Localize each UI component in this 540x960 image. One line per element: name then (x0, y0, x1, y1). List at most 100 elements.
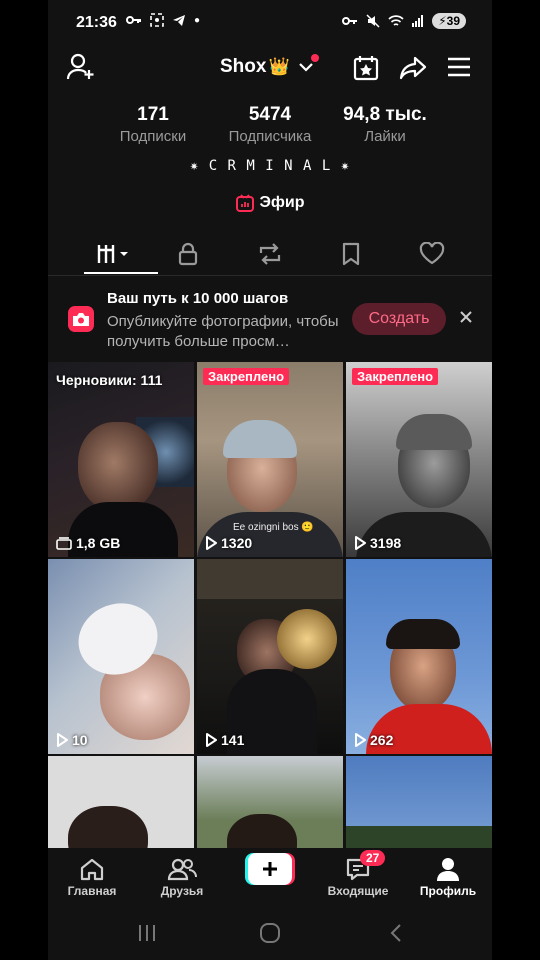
close-icon[interactable] (458, 309, 474, 325)
drafts-stack-icon (56, 537, 72, 550)
key-icon (342, 17, 358, 25)
status-bar: 21:36 ● ⚡39 (48, 0, 492, 46)
video-thumbnail (78, 422, 158, 512)
profile-bio: ✷ C R M I N A L ✷ (189, 158, 351, 174)
mute-icon (366, 14, 380, 28)
pinned-badge: Закреплено (203, 368, 290, 385)
nav-inbox[interactable]: Входящие (318, 854, 398, 898)
tab-private[interactable] (168, 238, 208, 270)
video-tile[interactable] (197, 756, 343, 848)
hair-shape (386, 619, 460, 649)
nav-friends[interactable]: Друзья (142, 854, 222, 898)
followers-stat[interactable]: 5474 Подписчика (218, 104, 322, 145)
likes-label: Лайки (364, 128, 406, 145)
video-tile[interactable] (48, 756, 194, 848)
view-count: 141 (205, 732, 244, 748)
nav-home[interactable]: Главная (52, 854, 132, 898)
video-thumbnail (68, 806, 148, 848)
lock-icon (178, 242, 198, 266)
following-stat[interactable]: 171 Подписки (110, 104, 196, 145)
calendar-star-icon[interactable] (352, 54, 380, 82)
tab-liked[interactable] (412, 238, 452, 270)
video-caption: Ee ozingni bos 🙂 (233, 522, 314, 533)
chevron-down-icon (298, 63, 313, 72)
video-tile[interactable] (346, 756, 492, 848)
car-roof (197, 559, 343, 599)
bookmark-icon (342, 242, 360, 266)
phone-screen: 21:36 ● ⚡39 Shox 👑 171 Подписки 5474 Под… (48, 0, 492, 960)
videos-grid-icon (97, 245, 128, 263)
crown-emoji: 👑 (268, 57, 290, 76)
content-tabs (48, 232, 492, 276)
steps-banner: Ваш путь к 10 000 шагов Опубликуйте фото… (48, 284, 492, 356)
drafts-tile[interactable]: Черновики: 111 1,8 GB (48, 362, 194, 557)
heart-icon (419, 242, 445, 265)
beanie-shape (396, 414, 472, 450)
live-icon (235, 194, 254, 212)
following-label: Подписки (119, 128, 187, 145)
view-count: 262 (354, 732, 393, 748)
view-count: 10 (56, 732, 88, 748)
video-grid: Черновики: 111 1,8 GB Закреплено Ee ozin… (48, 362, 492, 848)
tree-line (346, 826, 492, 848)
status-left-icons: ● (126, 13, 200, 27)
video-tile[interactable]: Закреплено 3198 (346, 362, 492, 557)
profile-stats: 171 Подписки 5474 Подписчика 94,8 тыс. Л… (48, 104, 492, 150)
beanie-shape (223, 420, 297, 458)
live-button[interactable]: Эфир (48, 194, 492, 212)
play-icon (355, 536, 366, 550)
video-tile[interactable]: 10 (48, 559, 194, 754)
menu-icon[interactable] (446, 54, 472, 80)
telegram-icon (173, 14, 185, 26)
battery-level: 39 (446, 14, 460, 28)
battery-leaf-icon: ⚡ (438, 14, 447, 28)
pinned-badge: Закреплено (352, 368, 439, 385)
home-button-icon[interactable] (259, 922, 281, 944)
drafts-label: Черновики: 111 (56, 372, 163, 388)
add-user-icon[interactable] (66, 52, 96, 82)
active-tab-indicator (84, 272, 158, 274)
profile-header: Shox 👑 (48, 46, 492, 92)
view-count-value: 10 (72, 732, 88, 748)
nav-inbox-label: Входящие (327, 884, 389, 898)
notification-dot-icon: ● (194, 14, 201, 26)
video-tile[interactable]: 141 (197, 559, 343, 754)
friends-icon (167, 858, 197, 881)
live-label: Эфир (259, 194, 305, 211)
status-time: 21:36 (76, 14, 117, 31)
blonde-hair-shape (277, 609, 337, 669)
nav-profile[interactable]: Профиль (408, 854, 488, 898)
username: Shox (220, 56, 267, 77)
view-count-value: 141 (221, 732, 245, 748)
tab-reposts[interactable] (250, 238, 290, 270)
view-count: 3198 (354, 535, 401, 551)
followers-count: 5474 (248, 104, 292, 125)
followers-label: Подписчика (228, 128, 312, 145)
system-nav-bar (48, 910, 492, 960)
recent-apps-icon[interactable] (136, 922, 158, 944)
tab-favorites[interactable] (331, 238, 371, 270)
play-icon (355, 733, 366, 747)
username-switcher[interactable]: Shox 👑 (220, 56, 314, 78)
profile-icon (437, 858, 459, 881)
view-count-value: 1320 (221, 535, 253, 551)
view-count: 1320 (205, 535, 252, 551)
share-icon[interactable] (398, 54, 428, 82)
nav-friends-label: Друзья (160, 884, 204, 898)
bottom-nav: Главная Друзья Входящие 27 Профиль (48, 848, 492, 910)
inbox-count-badge: 27 (360, 850, 386, 866)
view-count-value: 3198 (370, 535, 402, 551)
video-thumbnail (227, 814, 297, 848)
likes-stat[interactable]: 94,8 тыс. Лайки (328, 104, 442, 145)
create-button[interactable]: Создать (352, 303, 446, 335)
back-icon[interactable] (386, 922, 408, 944)
screen-record-icon (150, 13, 164, 27)
tab-videos[interactable] (94, 238, 134, 270)
video-tile[interactable]: Закреплено Ee ozingni bos 🙂 1320 (197, 362, 343, 557)
nav-home-label: Главная (67, 884, 117, 898)
banner-subtitle: Опубликуйте фотографии, чтобы получить б… (107, 313, 339, 350)
likes-count: 94,8 тыс. (343, 104, 427, 125)
video-tile[interactable]: 262 (346, 559, 492, 754)
create-video-button[interactable] (245, 853, 295, 885)
drafts-size-value: 1,8 GB (76, 535, 121, 551)
